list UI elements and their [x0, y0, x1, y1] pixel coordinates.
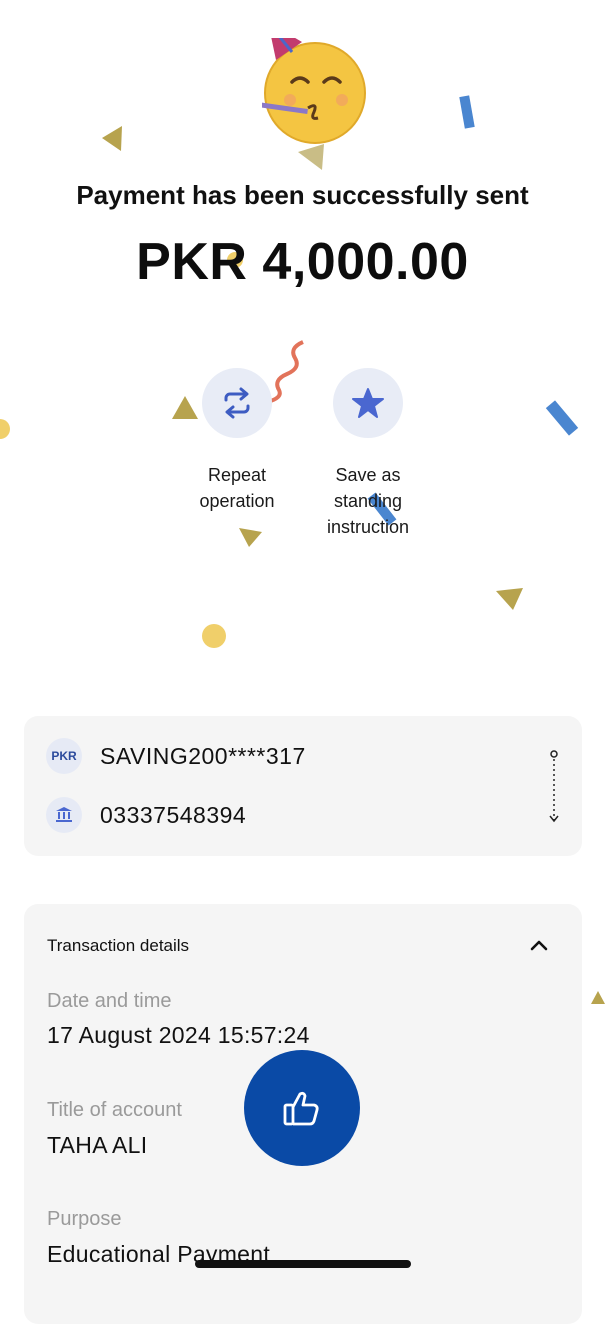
star-icon	[352, 388, 384, 418]
payment-amount: PKR 4,000.00	[136, 233, 469, 291]
save-standing-instruction-label: Save as standing instruction	[326, 465, 410, 537]
repeat-operation-button[interactable]	[202, 368, 272, 438]
accounts-card: PKR SAVING200****317 03337548394	[24, 716, 582, 856]
transaction-details-title: Transaction details	[47, 936, 190, 955]
flow-arrow-icon	[549, 750, 559, 823]
save-standing-instruction-action[interactable]: Save as standing instruction	[288, 368, 448, 540]
to-account-number: 03337548394	[100, 801, 247, 828]
date-time-label: Date and time	[47, 990, 172, 1012]
feedback-like-button[interactable]	[244, 1050, 360, 1166]
account-title-value: TAHA ALI	[47, 1132, 148, 1158]
date-time-value: 17 August 2024 15:57:24	[47, 1022, 310, 1048]
from-account-number: SAVING200****317	[100, 742, 306, 769]
account-title-label: Title of account	[47, 1099, 182, 1121]
purpose-label: Purpose	[47, 1208, 122, 1230]
from-account-row: PKR SAVING200****317	[46, 738, 306, 774]
bank-icon	[46, 797, 82, 833]
party-emoji-icon	[262, 38, 366, 144]
payment-success-headline: Payment has been successfully sent	[76, 180, 529, 210]
save-standing-instruction-button[interactable]	[333, 368, 403, 438]
thumbs-up-icon	[283, 1091, 319, 1126]
currency-badge: PKR	[46, 738, 82, 774]
home-indicator[interactable]	[195, 1260, 411, 1268]
repeat-icon	[224, 387, 250, 419]
chevron-up-icon[interactable]	[528, 934, 550, 956]
to-account-row: 03337548394	[46, 797, 246, 833]
